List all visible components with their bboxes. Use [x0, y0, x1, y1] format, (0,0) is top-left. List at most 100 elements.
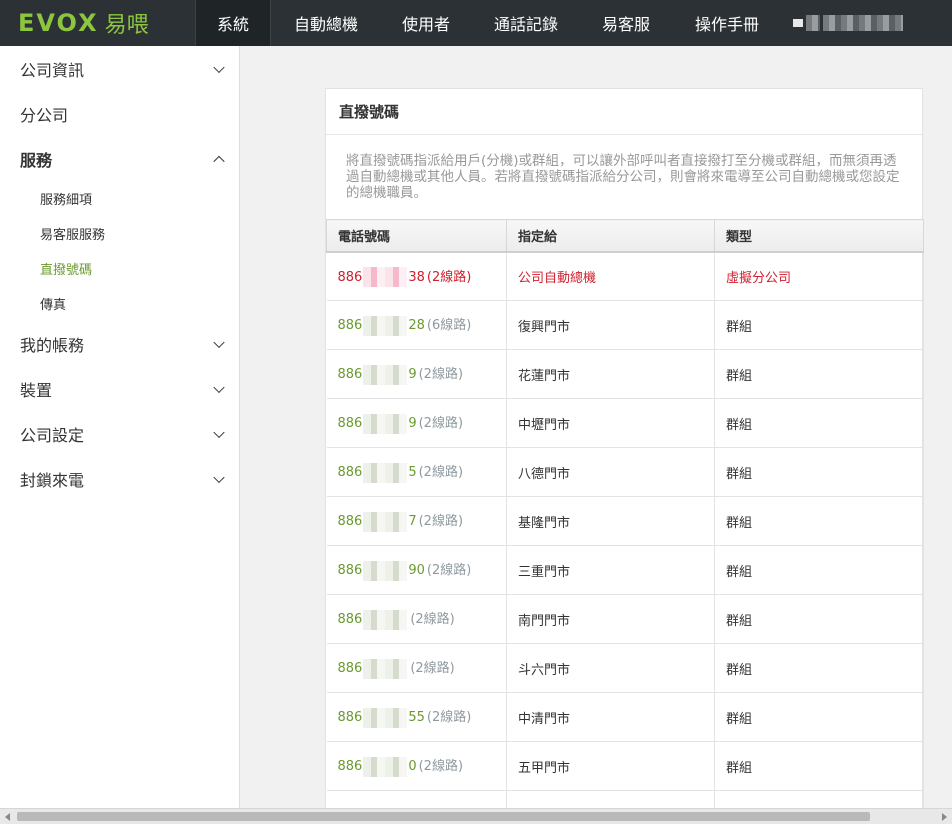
assigned-value: 公司自動總機 — [518, 270, 597, 286]
sidebar-item-label: 公司設定 — [20, 425, 85, 445]
assigned-cell: 公司自動總機 — [506, 251, 715, 301]
scroll-right-arrow-icon[interactable] — [942, 813, 947, 821]
brand-logo[interactable]: EVOX 易喂 — [0, 0, 195, 46]
logo-text-zh: 易喂 — [104, 13, 149, 38]
sidebar-item-my-account[interactable]: 我的帳務 — [0, 321, 239, 366]
sidebar-item-company-info[interactable]: 公司資訊 — [0, 46, 239, 91]
phone-number-cell[interactable]: 886 28 (6線路) — [326, 300, 507, 350]
table-row[interactable]: 886 0 (2線路) 五甲門市 群組 — [326, 741, 924, 791]
redacted-phone-digits — [363, 511, 408, 532]
assigned-cell: 基隆門市 — [506, 496, 715, 546]
redacted-username — [806, 15, 820, 31]
phone-number-cell[interactable]: 886 9 (2線路) — [326, 349, 507, 399]
line-count: (2線路) — [418, 416, 464, 432]
table-row[interactable]: 886 90 (2線路) 三重門市 群組 — [326, 545, 924, 595]
type-value: 群組 — [726, 564, 753, 580]
column-header-phone[interactable]: 電話號碼 — [326, 219, 507, 253]
phone-number-cell — [326, 790, 507, 808]
type-value: 群組 — [726, 760, 753, 776]
table-row[interactable]: 886 9 (2線路) 中壢門市 群組 — [326, 398, 924, 448]
line-count: (2線路) — [426, 563, 472, 579]
nav-auto-attendant[interactable]: 自動總機 — [271, 0, 381, 46]
table-row[interactable]: 886 7 (2線路) 基隆門市 群組 — [326, 496, 924, 546]
phone-prefix: 886 — [337, 465, 363, 481]
phone-prefix: 886 — [337, 759, 363, 775]
phone-suffix: 9 — [408, 367, 417, 383]
table-row[interactable]: 886 38 (2線路) 公司自動總機 虛擬分公司 — [326, 251, 924, 301]
line-count: (2線路) — [418, 367, 464, 383]
sidebar-subitem-fax[interactable]: 傳真 — [0, 286, 239, 321]
sidebar-subitem-direct-number[interactable]: 直撥號碼 — [0, 251, 239, 286]
redacted-phone-digits — [363, 609, 408, 630]
phone-suffix: 38 — [408, 269, 425, 285]
nav-call-records[interactable]: 通話記錄 — [471, 0, 581, 46]
assigned-cell: 八德門市 — [506, 447, 715, 497]
phone-number-cell[interactable]: 886 (2線路) — [326, 594, 507, 644]
phone-number-cell[interactable]: 886 0 (2線路) — [326, 741, 507, 791]
sidebar-item-block-calls[interactable]: 封鎖來電 — [0, 456, 239, 501]
chevron-down-icon — [213, 471, 225, 483]
type-value: 群組 — [726, 711, 753, 727]
sidebar-item-services[interactable]: 服務 — [0, 136, 239, 181]
type-cell: 虛擬分公司 — [714, 251, 924, 301]
horizontal-scrollbar[interactable] — [0, 808, 952, 824]
type-cell: 群組 — [714, 545, 924, 595]
phone-prefix: 886 — [337, 416, 363, 432]
assigned-value: 斗六門市 — [518, 662, 571, 678]
sidebar-subitem-service-detail[interactable]: 服務細項 — [0, 181, 239, 216]
top-navigation-bar: EVOX 易喂 系統 自動總機 使用者 通話記錄 易客服 操作手冊 — [0, 0, 952, 46]
chevron-down-icon — [213, 336, 225, 348]
phone-suffix: 55 — [408, 710, 425, 726]
phone-number-cell[interactable]: 886 5 (2線路) — [326, 447, 507, 497]
table-row[interactable]: 886 28 (6線路) 復興門市 群組 — [326, 300, 924, 350]
redacted-phone-digits — [363, 413, 408, 434]
phone-number-cell[interactable]: 886 38 (2線路) — [326, 251, 507, 301]
phone-number-cell[interactable]: 886 9 (2線路) — [326, 398, 507, 448]
nav-manual[interactable]: 操作手冊 — [671, 0, 783, 46]
line-count: (6線路) — [426, 318, 472, 334]
nav-system[interactable]: 系統 — [195, 0, 271, 46]
assigned-value: 復興門市 — [518, 319, 571, 335]
line-count: (2線路) — [426, 269, 472, 285]
table-row[interactable]: 886 9 (2線路) 花蓮門市 群組 — [326, 349, 924, 399]
table-row[interactable]: 886 (2線路) 斗六門市 群組 — [326, 643, 924, 693]
table-row[interactable]: 886 55 (2線路) 中清門市 群組 — [326, 692, 924, 742]
phone-suffix: 7 — [408, 514, 417, 530]
user-account-menu[interactable] — [793, 15, 903, 31]
sidebar-item-label: 裝置 — [20, 380, 53, 400]
column-header-assigned[interactable]: 指定給 — [506, 219, 715, 253]
type-cell: 群組 — [714, 643, 924, 693]
nav-users[interactable]: 使用者 — [381, 0, 471, 46]
type-value: 群組 — [726, 662, 753, 678]
type-cell: 群組 — [714, 300, 924, 350]
line-count: (2線路) — [426, 710, 472, 726]
phone-prefix: 886 — [337, 563, 363, 579]
table-row[interactable]: 886 5 (2線路) 八德門市 群組 — [326, 447, 924, 497]
phone-number-cell[interactable]: 886 (2線路) — [326, 643, 507, 693]
sidebar-item-label: 公司資訊 — [20, 60, 85, 80]
phone-prefix: 886 — [337, 269, 363, 285]
column-header-type[interactable]: 類型 — [714, 219, 924, 253]
sidebar-subitem-ekefu-service[interactable]: 易客服服務 — [0, 216, 239, 251]
scrollbar-thumb[interactable] — [17, 812, 870, 821]
sidebar-item-devices[interactable]: 裝置 — [0, 366, 239, 411]
assigned-value: 三重門市 — [518, 564, 571, 580]
phone-number-cell[interactable]: 886 90 (2線路) — [326, 545, 507, 595]
user-avatar-icon — [793, 19, 803, 27]
phone-number-cell[interactable]: 886 55 (2線路) — [326, 692, 507, 742]
type-cell: 群組 — [714, 692, 924, 742]
phone-suffix: 28 — [408, 318, 425, 334]
scroll-left-arrow-icon[interactable] — [5, 813, 10, 821]
table-row[interactable]: 886 (2線路) 南門門市 群組 — [326, 594, 924, 644]
phone-number-cell[interactable]: 886 7 (2線路) — [326, 496, 507, 546]
sidebar-item-branch[interactable]: 分公司 — [0, 91, 239, 136]
phone-prefix: 886 — [337, 710, 363, 726]
line-count: (2線路) — [418, 465, 464, 481]
phone-prefix: 886 — [337, 367, 363, 383]
sidebar-item-company-settings[interactable]: 公司設定 — [0, 411, 239, 456]
nav-ekefu[interactable]: 易客服 — [581, 0, 671, 46]
table-row[interactable] — [326, 790, 924, 808]
line-count: (2線路) — [418, 514, 464, 530]
type-cell: 群組 — [714, 741, 924, 791]
phone-suffix: 0 — [408, 759, 417, 775]
